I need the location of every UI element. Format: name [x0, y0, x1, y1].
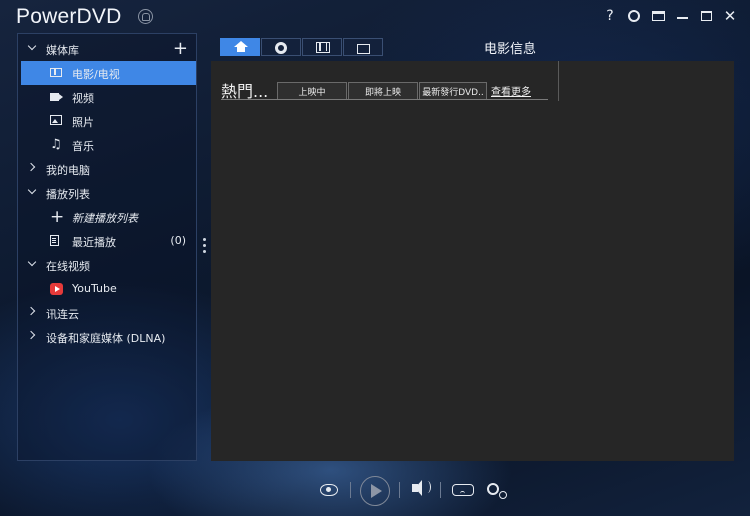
sidebar-section-cyberlink-cloud[interactable]: 讯连云	[18, 301, 196, 325]
maximize-button[interactable]	[694, 6, 718, 26]
chevron-down-icon	[28, 43, 36, 51]
sidebar-item-music[interactable]: ♫ 音乐	[18, 133, 196, 157]
chevron-down-icon	[28, 187, 36, 195]
divider	[440, 482, 441, 498]
sidebar-section-online-video[interactable]: 在线视频	[18, 253, 196, 277]
volume-icon[interactable]	[412, 480, 431, 496]
sidebar-item-photos[interactable]: 照片	[18, 109, 196, 133]
sidebar-item-label: 播放列表	[46, 188, 90, 201]
gear-icon	[628, 10, 640, 22]
film-reel-icon	[316, 42, 330, 53]
sidebar-item-videos[interactable]: 视频	[18, 85, 196, 109]
settings-button[interactable]	[622, 6, 646, 26]
divider	[399, 482, 400, 498]
app-title: PowerDVD	[16, 5, 122, 28]
tv-mode-button[interactable]	[646, 6, 670, 26]
page-title: 电影信息	[484, 42, 537, 57]
tabs-underline	[221, 99, 548, 100]
sidebar-item-label: 视频	[72, 92, 94, 105]
film-icon	[50, 68, 62, 77]
sidebar-item-youtube[interactable]: YouTube	[18, 277, 196, 301]
sidebar-item-label: 最近播放	[72, 236, 116, 249]
tv-icon	[651, 11, 665, 21]
content-panel	[211, 61, 734, 461]
help-button[interactable]: ?	[598, 6, 622, 26]
vr-headset-icon[interactable]	[452, 484, 474, 496]
sidebar: 媒体库 + 电影/电视 视频 照片 ♫ 音乐 我的电脑 播放列表 + 新建播放列…	[17, 33, 197, 461]
tab-movie[interactable]	[302, 38, 342, 56]
sidebar-section-my-computer[interactable]: 我的电脑	[18, 157, 196, 181]
play-button[interactable]	[360, 476, 390, 506]
chevron-down-icon	[28, 259, 36, 267]
player-settings-icon[interactable]	[487, 483, 507, 499]
tab-home[interactable]	[220, 38, 260, 56]
sidebar-item-label: 媒体库	[46, 44, 79, 57]
music-icon: ♫	[50, 137, 62, 152]
minimize-button[interactable]	[670, 6, 694, 26]
add-media-button[interactable]: +	[173, 40, 188, 58]
notification-bell-icon[interactable]	[138, 9, 153, 24]
player-controls	[0, 474, 750, 510]
tab-disc[interactable]	[261, 38, 301, 56]
tv-icon	[357, 44, 370, 54]
eye-icon[interactable]	[320, 484, 338, 496]
maximize-icon	[700, 11, 712, 21]
recent-icon	[50, 235, 59, 246]
youtube-icon	[50, 283, 63, 295]
sidebar-item-label: 讯连云	[46, 308, 79, 321]
view-tabs	[220, 38, 383, 56]
tab-new-dvd[interactable]: 最新發行DVD..	[419, 82, 487, 100]
divider	[350, 482, 351, 498]
sidebar-section-playlists[interactable]: 播放列表	[18, 181, 196, 205]
sidebar-item-label: 设备和家庭媒体 (DLNA)	[46, 332, 166, 345]
sidebar-item-label: 电影/电视	[72, 68, 120, 81]
sidebar-item-label: 音乐	[72, 140, 94, 153]
sidebar-item-label: 我的电脑	[46, 164, 90, 177]
chevron-right-icon	[28, 163, 36, 171]
chevron-right-icon	[28, 307, 36, 315]
sidebar-section-dlna[interactable]: 设备和家庭媒体 (DLNA)	[18, 325, 196, 349]
video-camera-icon	[50, 93, 63, 101]
close-button[interactable]: ✕	[718, 6, 742, 26]
minimize-icon	[676, 17, 688, 19]
sidebar-section-media-library[interactable]: 媒体库 +	[18, 37, 196, 61]
content-divider	[558, 61, 559, 101]
see-more-link[interactable]: 查看更多	[491, 83, 531, 98]
tab-coming-soon[interactable]: 即將上映	[348, 82, 418, 100]
sidebar-item-label: YouTube	[72, 282, 117, 295]
sidebar-item-label: 在线视频	[46, 260, 90, 273]
sidebar-item-movies-tv[interactable]: 电影/电视	[21, 61, 196, 85]
recent-count: (0)	[170, 234, 186, 247]
photo-icon	[50, 115, 62, 125]
sidebar-item-recently-played[interactable]: 最近播放 (0)	[18, 229, 196, 253]
tab-now-showing[interactable]: 上映中	[277, 82, 347, 100]
chevron-right-icon	[28, 331, 36, 339]
plus-icon: +	[50, 207, 65, 227]
window-controls: ? ✕	[598, 6, 742, 26]
sidebar-item-label: 新建播放列表	[72, 212, 138, 225]
sidebar-item-new-playlist[interactable]: + 新建播放列表	[18, 205, 196, 229]
sidebar-item-label: 照片	[72, 116, 94, 129]
home-icon	[234, 41, 248, 52]
tab-tv[interactable]	[343, 38, 383, 56]
title-bar: PowerDVD ? ✕	[0, 0, 750, 32]
disc-icon	[275, 42, 287, 54]
sidebar-splitter-handle[interactable]	[203, 238, 207, 256]
